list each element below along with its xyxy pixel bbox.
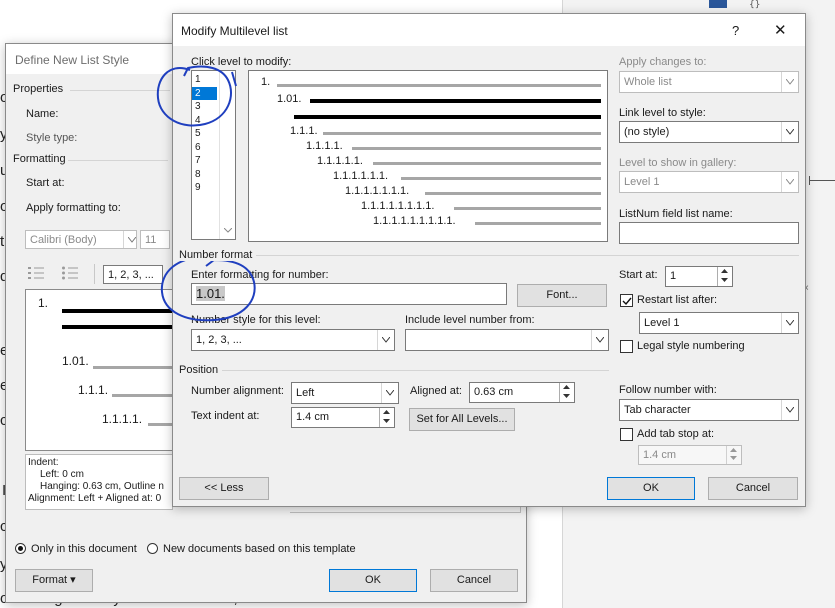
number-format-label: Number format — [179, 249, 257, 261]
ink-mark-tick — [231, 71, 237, 87]
ink-circle-levels — [156, 65, 232, 127]
ink-circle-format — [160, 256, 256, 322]
position-label: Position — [179, 364, 223, 376]
ink-annotation-layer — [156, 65, 256, 322]
